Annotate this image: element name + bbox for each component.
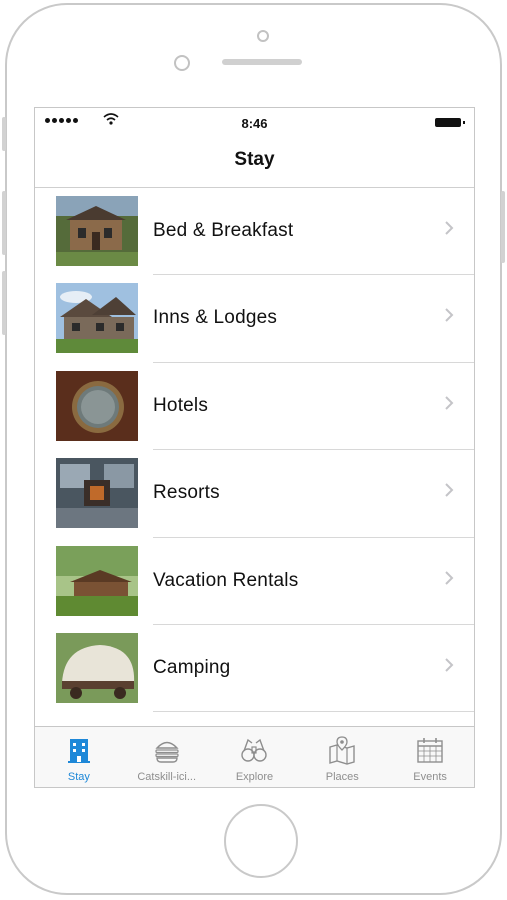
list-item-bed-breakfast[interactable]: Bed & Breakfast [35, 188, 474, 276]
tab-bar: Stay Catskill-ici... Explore Places Even… [35, 726, 474, 787]
chevron-right-icon [445, 221, 454, 235]
chevron-right-icon [445, 658, 454, 672]
battery-icon [435, 118, 465, 127]
list-item-label: Camping [153, 656, 231, 678]
calendar-icon [417, 738, 443, 763]
building-icon [67, 739, 90, 763]
list-item-label: Inns & Lodges [153, 307, 278, 329]
navigation-bar: Stay [35, 138, 474, 188]
tab-places[interactable]: Places [298, 727, 386, 787]
proximity-sensor [174, 55, 190, 71]
power-button [501, 191, 505, 263]
chevron-right-icon [445, 570, 454, 585]
page-title: Stay [234, 149, 275, 170]
list-item-hotels[interactable]: Hotels [35, 363, 474, 451]
resorts-thumbnail [56, 458, 138, 529]
chevron-right-icon [445, 483, 454, 497]
list-item-vacation-rentals[interactable]: Vacation Rentals [35, 538, 474, 625]
app-screen: 8:46 Stay Bed & Breakfast Inns & Lodges … [34, 107, 475, 788]
chevron-right-icon [445, 308, 454, 323]
status-bar: 8:46 [35, 108, 474, 138]
list-item-inns-lodges[interactable]: Inns & Lodges [35, 275, 474, 363]
list-item-resorts[interactable]: Resorts [35, 450, 474, 538]
camping-thumbnail [56, 632, 138, 703]
tab-label: Catskill-ici... [137, 771, 197, 783]
status-time: 8:46 [241, 116, 268, 131]
inns-lodges-thumbnail [56, 283, 138, 354]
row-separator [153, 711, 474, 713]
tab-label: Places [325, 771, 359, 783]
mute-switch [2, 117, 6, 151]
tab-catskill-icious[interactable]: Catskill-ici... [123, 727, 211, 787]
volume-up-button [2, 191, 6, 255]
tab-explore[interactable]: Explore [211, 727, 299, 787]
list-item-label: Vacation Rentals [153, 569, 299, 591]
binoculars-icon [241, 738, 268, 762]
home-button[interactable] [224, 804, 298, 878]
list-item-label: Bed & Breakfast [153, 220, 294, 241]
list-item-camping[interactable]: Camping [35, 625, 474, 713]
tab-events[interactable]: Events [386, 727, 474, 787]
bed-breakfast-thumbnail [56, 196, 138, 266]
hotels-thumbnail [56, 370, 138, 441]
list-item-label: Resorts [153, 482, 220, 504]
tab-stay[interactable]: Stay [35, 727, 123, 787]
category-list: Bed & Breakfast Inns & Lodges Hotels Res… [35, 188, 474, 726]
chevron-right-icon [445, 396, 454, 410]
tab-label: Stay [67, 771, 90, 783]
vacation-rentals-thumbnail [56, 545, 138, 616]
list-item-label: Hotels [153, 394, 209, 416]
tab-label: Explore [235, 771, 274, 783]
earpiece-speaker [222, 59, 302, 65]
volume-down-button [2, 271, 6, 335]
burger-icon [155, 741, 179, 763]
front-camera [257, 30, 269, 42]
map-icon [329, 736, 355, 765]
tab-label: Events [413, 771, 447, 783]
